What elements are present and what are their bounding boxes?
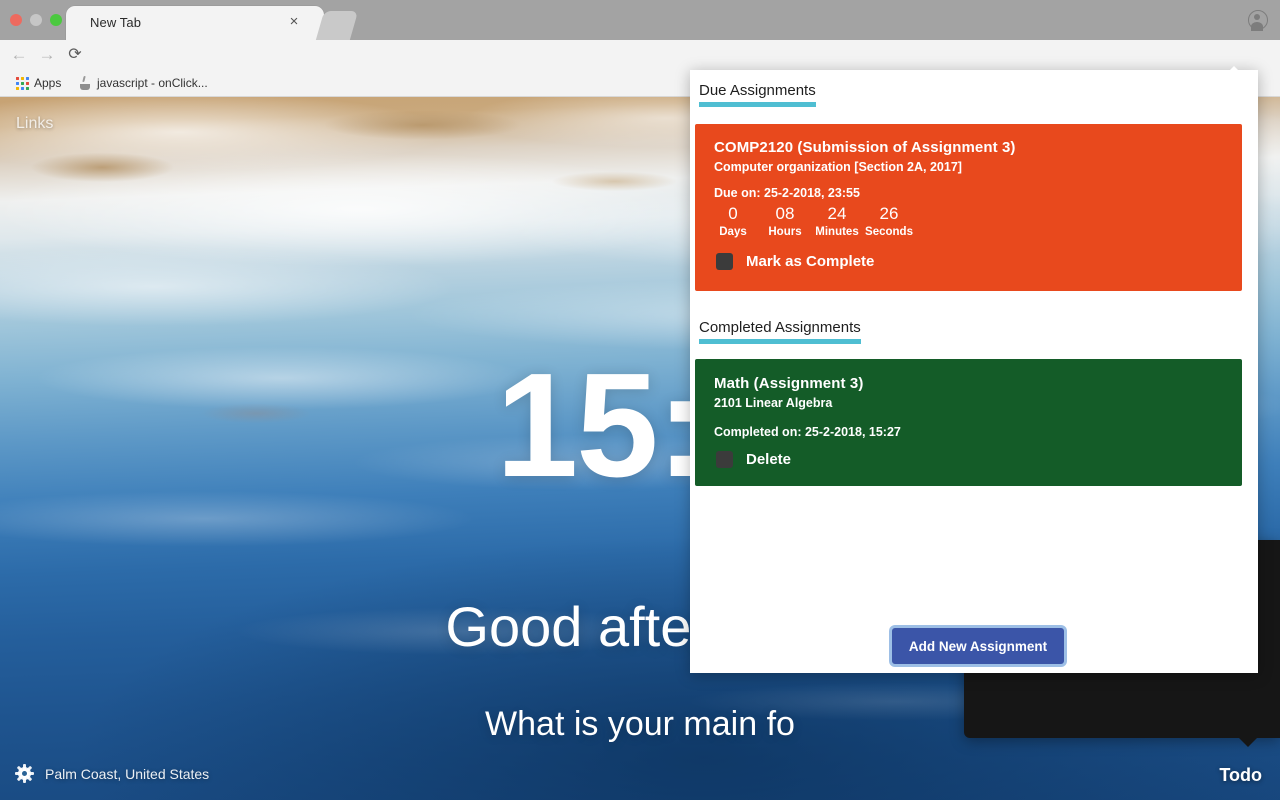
apps-grid-icon xyxy=(16,77,29,90)
due-assignment-title: COMP2120 (Submission of Assignment 3) xyxy=(714,139,1016,156)
back-icon[interactable]: ← xyxy=(10,46,28,64)
countdown-seconds-label: Seconds xyxy=(865,226,913,238)
due-assignment-subtitle: Computer organization [Section 2A, 2017] xyxy=(714,160,962,174)
reload-icon[interactable]: ⟳ xyxy=(66,46,84,64)
countdown-hours-value: 08 xyxy=(775,204,795,223)
tab-strip: New Tab × xyxy=(0,0,1280,40)
bookmark-javascript-label: javascript - onClick... xyxy=(97,76,208,90)
todo-tab-label[interactable]: Todo xyxy=(1219,765,1262,786)
java-icon xyxy=(78,76,91,90)
due-assignments-heading: Due Assignments xyxy=(699,82,816,107)
countdown-minutes-value: 24 xyxy=(827,204,847,223)
completed-assignments-heading: Completed Assignments xyxy=(699,319,861,344)
mark-as-complete-checkbox[interactable] xyxy=(716,253,733,270)
bookmark-javascript-onclick[interactable]: javascript - onClick... xyxy=(78,76,208,90)
browser-tab-new-tab[interactable]: New Tab × xyxy=(66,6,324,40)
location-label: Palm Coast, United States xyxy=(45,765,210,782)
countdown-hours: 08 Hours xyxy=(759,204,811,238)
bookmark-apps[interactable]: Apps xyxy=(34,76,61,90)
tab-title: New Tab xyxy=(90,15,142,30)
bookmark-apps-label: Apps xyxy=(34,76,62,90)
mark-as-complete-action[interactable]: Mark as Complete xyxy=(716,253,874,270)
forward-icon[interactable]: → xyxy=(38,46,56,64)
close-tab-icon[interactable]: × xyxy=(286,14,302,30)
profile-avatar-icon[interactable] xyxy=(1248,10,1268,31)
location-bar: Palm Coast, United States xyxy=(15,764,210,783)
links-menu[interactable]: Links xyxy=(16,115,53,133)
window-controls xyxy=(10,14,62,26)
completed-assignment-title: Math (Assignment 3) xyxy=(714,375,864,392)
completed-assignment-completed-on: Completed on: 25-2-2018, 15:27 xyxy=(714,425,901,439)
browser-toolbar: ← → ⟳ ☆ G m (=) xyxy=(0,40,1280,107)
gear-icon[interactable] xyxy=(15,764,34,783)
delete-assignment-label: Delete xyxy=(746,451,792,468)
countdown-days-value: 0 xyxy=(728,204,738,223)
countdown-seconds: 26 Seconds xyxy=(863,204,915,238)
countdown-seconds-value: 26 xyxy=(879,204,899,223)
countdown-hours-label: Hours xyxy=(768,226,802,238)
completed-assignment-card: Math (Assignment 3) 2101 Linear Algebra … xyxy=(695,359,1242,486)
delete-assignment-action[interactable]: Delete xyxy=(716,451,791,468)
due-assignment-countdown: 0 Days 08 Hours 24 Minutes 26 Seconds xyxy=(707,204,915,238)
completed-assignment-subtitle: 2101 Linear Algebra xyxy=(714,396,833,410)
close-window-button[interactable] xyxy=(10,14,22,26)
due-assignment-due-on: Due on: 25-2-2018, 23:55 xyxy=(714,186,860,200)
countdown-minutes: 24 Minutes xyxy=(811,204,863,238)
mark-as-complete-label: Mark as Complete xyxy=(746,253,875,270)
due-assignment-card: COMP2120 (Submission of Assignment 3) Co… xyxy=(695,124,1242,291)
new-tab-button[interactable] xyxy=(315,11,359,40)
countdown-days-label: Days xyxy=(719,226,747,238)
countdown-days: 0 Days xyxy=(707,204,759,238)
minimize-window-button[interactable] xyxy=(30,14,42,26)
maximize-window-button[interactable] xyxy=(50,14,62,26)
add-new-assignment-button[interactable]: Add New Assignment xyxy=(892,628,1064,664)
delete-assignment-checkbox[interactable] xyxy=(716,451,733,468)
assignment-tracker-popup: Due Assignments COMP2120 (Submission of … xyxy=(690,70,1258,673)
popup-arrow xyxy=(1224,66,1244,76)
countdown-minutes-label: Minutes xyxy=(815,226,859,238)
browser-window: New Tab × ← → ⟳ ☆ G m (=) xyxy=(0,0,1280,800)
